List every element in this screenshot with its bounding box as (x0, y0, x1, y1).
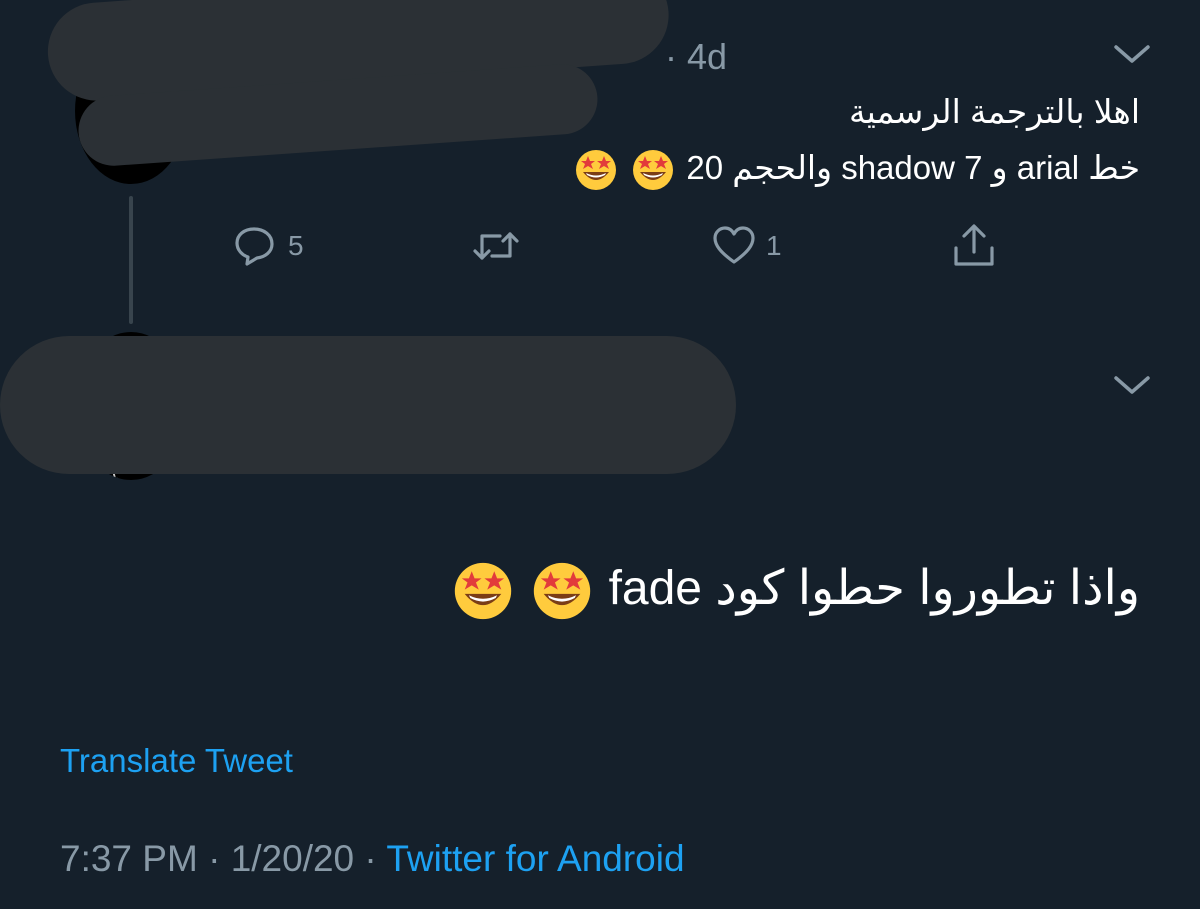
reply-text-line1: اهلا بالترجمة الرسمية (848, 93, 1140, 130)
tweet-timestamp[interactable]: · 4d (665, 36, 727, 78)
share-icon (954, 224, 994, 266)
like-count: 1 (766, 230, 782, 261)
star-struck-emoji-icon (534, 563, 591, 620)
tweet-source-link[interactable]: Twitter for Android (386, 838, 684, 879)
reply-count: 5 (288, 230, 304, 261)
chevron-down-icon[interactable] (1112, 373, 1152, 397)
meta-separator: · (197, 838, 231, 879)
star-struck-emoji-icon (576, 150, 617, 191)
chevron-down-icon[interactable] (1112, 42, 1152, 66)
reply-text-line2: خط arial و shadow 7 والحجم 20 (572, 148, 1140, 192)
tweet-meta: 7:37 PM · 1/20/20 · Twitter for Android (60, 838, 685, 880)
time-ago: 4d (687, 36, 728, 77)
meta-separator: · (354, 838, 387, 879)
thread-connector-line (129, 196, 133, 324)
like-action[interactable]: 1 (710, 222, 782, 270)
reply-icon (235, 227, 274, 266)
main-tweet-text: واذا تطوروا حطوا كود fade (450, 560, 1140, 622)
time-separator: · (665, 36, 677, 77)
reply-action[interactable]: 5 (232, 222, 304, 270)
translate-tweet-link[interactable]: Translate Tweet (60, 742, 293, 780)
retweet-action[interactable] (470, 222, 530, 270)
tweet-time[interactable]: 7:37 PM (60, 838, 198, 879)
share-action[interactable] (950, 222, 998, 270)
heart-icon (713, 226, 755, 264)
star-struck-emoji-icon (633, 150, 674, 191)
reply-text-line2-content: خط arial و shadow 7 والحجم 20 (686, 149, 1140, 186)
star-struck-emoji-icon (454, 563, 512, 620)
redacted-author-name (0, 336, 736, 474)
tweet-date[interactable]: 1/20/20 (231, 838, 354, 879)
main-tweet-text-content: واذا تطوروا حطوا كود fade (608, 562, 1140, 615)
retweet-icon (473, 232, 519, 260)
